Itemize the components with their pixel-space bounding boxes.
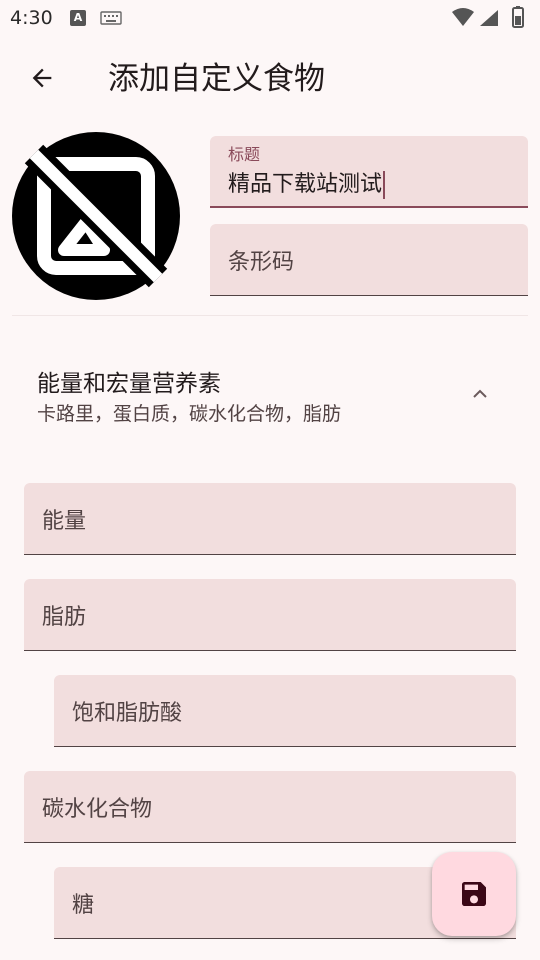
saturated-fat-field-placeholder: 饱和脂肪酸 bbox=[72, 700, 183, 726]
section-title: 能量和宏量营养素 bbox=[37, 371, 221, 397]
hide-image-icon bbox=[12, 132, 180, 300]
barcode-field[interactable]: 条形码 bbox=[210, 224, 528, 296]
energy-field[interactable]: 能量 bbox=[24, 483, 516, 555]
macronutrients-section-header[interactable]: 能量和宏量营养素 卡路里，蛋白质，碳水化合物，脂肪 bbox=[0, 350, 540, 440]
status-bar: 4:30 A bbox=[0, 0, 540, 36]
barcode-field-placeholder: 条形码 bbox=[228, 249, 295, 275]
top-app-bar: 添加自定义食物 bbox=[0, 40, 540, 120]
title-field-value: 精品下载站测试 bbox=[228, 166, 386, 199]
divider bbox=[12, 315, 528, 316]
save-button[interactable] bbox=[432, 852, 516, 936]
chevron-up-icon[interactable] bbox=[468, 382, 492, 406]
food-image-picker[interactable] bbox=[12, 132, 180, 300]
a-letter-icon: A bbox=[70, 10, 86, 26]
saturated-fat-field[interactable]: 饱和脂肪酸 bbox=[54, 675, 516, 747]
save-icon bbox=[462, 882, 486, 906]
text-caret bbox=[383, 171, 386, 199]
back-button[interactable] bbox=[22, 58, 62, 98]
carbohydrates-field[interactable]: 碳水化合物 bbox=[24, 771, 516, 843]
arrow-back-icon bbox=[32, 68, 52, 88]
title-field[interactable]: 标题 精品下载站测试 bbox=[210, 136, 528, 208]
title-field-label: 标题 bbox=[228, 145, 261, 164]
status-time: 4:30 bbox=[10, 7, 53, 29]
section-subtitle: 卡路里，蛋白质，碳水化合物，脂肪 bbox=[37, 403, 342, 425]
battery-icon bbox=[512, 6, 524, 28]
page-title: 添加自定义食物 bbox=[108, 61, 325, 97]
carbohydrates-field-placeholder: 碳水化合物 bbox=[42, 796, 153, 822]
fat-field[interactable]: 脂肪 bbox=[24, 579, 516, 651]
status-icons bbox=[450, 6, 530, 34]
fat-field-placeholder: 脂肪 bbox=[42, 604, 87, 630]
wifi-icon bbox=[452, 8, 474, 26]
sugar-field-placeholder: 糖 bbox=[72, 892, 95, 918]
keyboard-icon bbox=[100, 10, 122, 30]
energy-field-placeholder: 能量 bbox=[42, 508, 87, 534]
signal-icon bbox=[480, 10, 498, 26]
